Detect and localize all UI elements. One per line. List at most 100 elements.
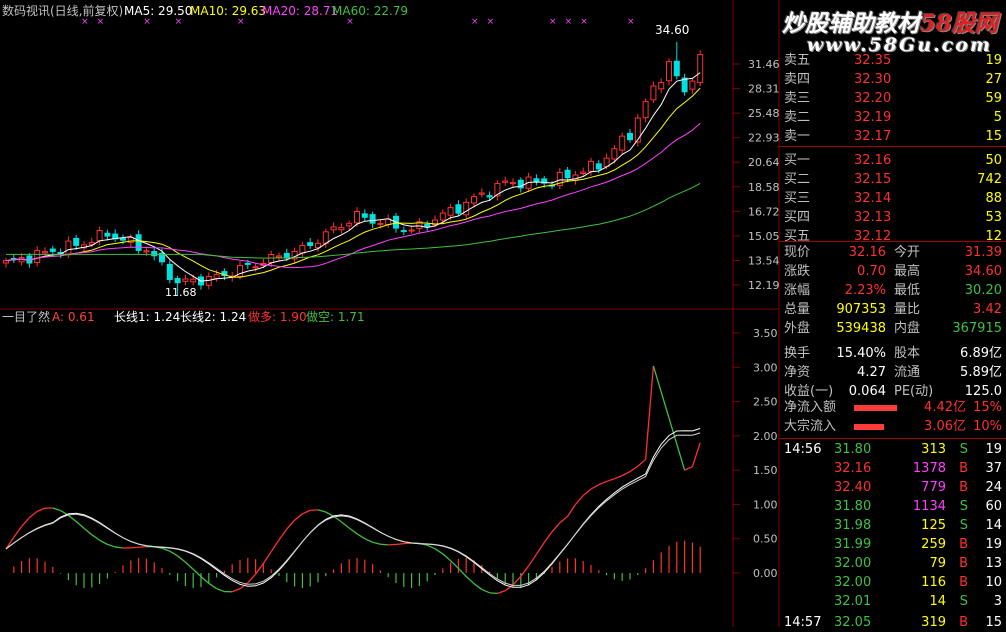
duo-kong-line — [427, 545, 435, 548]
price-tick-label: 18.58 — [748, 181, 780, 194]
stock-terminal: 31.4628.3125.4822.9320.6418.5816.7215.05… — [0, 0, 1006, 627]
quote-row: 总量907353量比3.42 — [779, 300, 1006, 319]
ask-price: 32.35 — [854, 51, 891, 70]
trade-price: 31.80 — [834, 497, 871, 516]
trade-price: 32.16 — [834, 459, 871, 478]
duo-kong-line — [638, 459, 646, 466]
quote-label: 涨跌 — [784, 262, 810, 281]
duo-kong-line — [326, 512, 334, 516]
duo-kong-line — [29, 511, 37, 517]
ask-row: 卖五32.3519 — [779, 51, 1006, 70]
duo-kong-line — [14, 526, 22, 537]
duo-kong-line — [466, 576, 474, 583]
sub-tick-label: 3.50 — [753, 327, 778, 340]
quote-value: 4.27 — [857, 363, 886, 382]
duo-kong-line — [443, 554, 451, 561]
candle-body — [245, 263, 250, 264]
duo-kong-line — [84, 528, 92, 534]
quote-label: 总量 — [784, 300, 810, 319]
duo-kong-line — [458, 568, 466, 576]
trade-row: 32.00116B10 — [779, 573, 1006, 592]
trade-volume: 116 — [921, 573, 946, 592]
ma20-line — [6, 123, 700, 267]
trade-volume: 125 — [921, 516, 946, 535]
candle-body — [97, 230, 102, 240]
candle-body — [596, 164, 601, 169]
trade-price: 31.99 — [834, 535, 871, 554]
sub-tick-label: 2.50 — [753, 396, 778, 409]
trade-count: 60 — [985, 497, 1002, 516]
quote-row: 涨幅2.23%最低30.20 — [779, 281, 1006, 300]
quote-value: 539438 — [836, 319, 886, 338]
candle-body — [651, 86, 656, 100]
ask-label: 卖三 — [784, 89, 810, 108]
candle-body — [690, 81, 695, 89]
candle-body — [456, 205, 461, 213]
ask-price: 32.19 — [854, 108, 891, 127]
ask-volume: 15 — [985, 127, 1002, 146]
trade-count: 10 — [985, 573, 1002, 592]
trade-row: 32.40779B24 — [779, 478, 1006, 497]
flow-row: 大宗流入3.06亿10% — [779, 417, 1006, 436]
trade-side: S — [960, 497, 968, 516]
price-tick-label: 22.93 — [748, 132, 780, 145]
duo-kong-line — [380, 544, 388, 545]
duo-kong-line — [490, 593, 498, 594]
low-price-label: 11.68 — [165, 286, 197, 299]
bid-volume: 53 — [985, 208, 1002, 227]
quote-label: 净资 — [784, 363, 810, 382]
duo-kong-line — [53, 508, 61, 511]
bid-label: 买二 — [784, 170, 810, 189]
candle-body — [183, 279, 188, 281]
bid-row: 买三32.1488 — [779, 189, 1006, 208]
signal-marker: × — [143, 17, 151, 27]
candle-body — [355, 211, 360, 222]
duo-kong-line — [614, 476, 622, 479]
duo-kong-line — [560, 516, 568, 522]
duo-kong-line — [178, 556, 186, 562]
duo-kong-line — [131, 547, 139, 548]
bid-row: 买一32.1650 — [779, 151, 1006, 170]
duo-kong-line — [591, 485, 599, 489]
panel-separator — [779, 241, 1006, 242]
duo-kong-line — [201, 577, 209, 584]
trade-row: 31.98125S14 — [779, 516, 1006, 535]
trade-price: 32.00 — [834, 573, 871, 592]
candle-body — [628, 133, 633, 139]
duo-kong-line — [139, 547, 147, 548]
candle-body — [581, 172, 586, 173]
quote-value: 2.23% — [845, 281, 886, 300]
sub-long1-label: 长线1: 1.24 — [114, 310, 180, 324]
trade-ticker[interactable]: 14:5631.80313S1932.161378B3732.40779B243… — [779, 440, 1006, 627]
candle-body — [191, 279, 196, 282]
flow-percent: 10% — [973, 417, 1002, 436]
duo-kong-line — [256, 563, 264, 574]
ask-price: 32.20 — [854, 89, 891, 108]
sub-indicator-name: 一目了然 — [2, 309, 50, 324]
bid-price: 32.16 — [854, 151, 891, 170]
bid-price: 32.13 — [854, 208, 891, 227]
quote-label: 最高 — [894, 262, 920, 281]
trade-side: S — [960, 592, 968, 611]
quote-label: 涨幅 — [784, 281, 810, 300]
candle-body — [667, 62, 672, 81]
duo-kong-line — [302, 510, 310, 513]
trade-count: 19 — [985, 535, 1002, 554]
signal-marker: × — [346, 17, 354, 27]
sub-tick-label: 3.00 — [753, 361, 778, 374]
duo-kong-line — [279, 529, 287, 540]
duo-kong-line — [622, 472, 630, 476]
ask-price: 32.17 — [854, 127, 891, 146]
trade-time: 14:57 — [784, 613, 821, 632]
duo-kong-line — [552, 523, 560, 532]
candle-body — [425, 224, 430, 226]
ask-row: 卖二32.195 — [779, 108, 1006, 127]
price-tick-label: 13.54 — [748, 255, 780, 268]
price-tick-label: 28.31 — [748, 83, 780, 96]
quote-row: 净资4.27流通5.89亿 — [779, 363, 1006, 382]
candle-body — [308, 243, 313, 246]
ask-volume: 19 — [985, 51, 1002, 70]
candle-body — [300, 245, 305, 253]
candle-body — [277, 256, 282, 257]
flow-value: 4.42亿 — [924, 398, 966, 417]
